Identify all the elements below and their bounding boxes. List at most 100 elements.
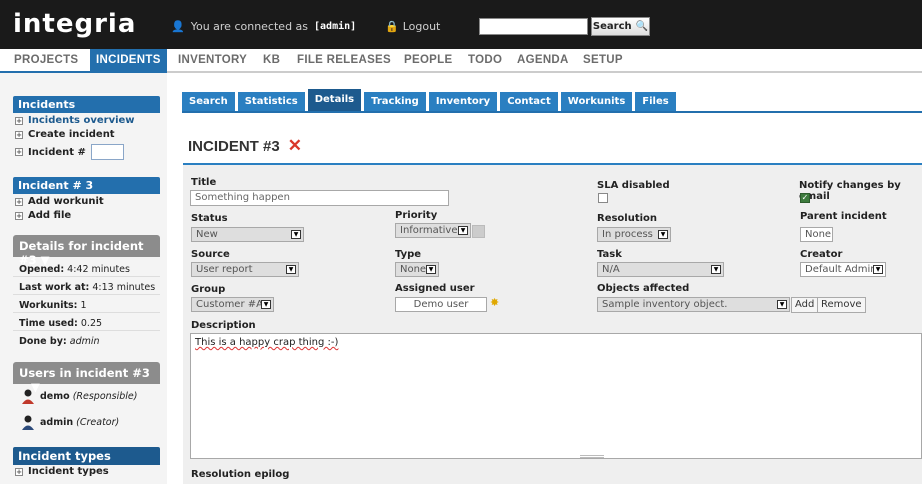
sidebar-incidents-overview[interactable]: + Incidents overview [15, 115, 135, 126]
search-button[interactable]: Search 🔍 [591, 17, 650, 36]
tab-contact[interactable]: Contact [500, 92, 558, 111]
main-nav: PROJECTS INCIDENTS INVENTORY KB FILE REL… [0, 49, 922, 73]
logout-link[interactable]: 🔒 Logout [385, 20, 440, 33]
user-avatar-icon [22, 389, 34, 404]
priority-label: Priority [395, 210, 438, 221]
type-select[interactable]: None ▼ [395, 262, 439, 277]
user-demo: demo (Responsible) [22, 389, 137, 404]
tab-details[interactable]: Details [307, 89, 362, 111]
plus-icon: + [15, 116, 23, 125]
priority-select[interactable]: Informative ▼ [395, 223, 471, 238]
plus-icon: + [15, 197, 23, 206]
connection-status: 👤 You are connected as [admin] [171, 20, 356, 33]
plus-icon: + [15, 148, 23, 156]
task-label: Task [597, 249, 622, 260]
search-button-label: Search [592, 21, 632, 32]
sidebar-add-workunit[interactable]: + Add workunit [15, 196, 104, 207]
sidebar-details-header[interactable]: Details for incident #3 ▼ [13, 235, 160, 267]
sidebar: Incidents + Incidents overview + Create in… [0, 73, 167, 484]
search-input[interactable] [479, 18, 588, 35]
creator-select[interactable]: Default Admin ▼ [800, 262, 886, 277]
divider [13, 330, 160, 331]
nav-agenda[interactable]: AGENDA [517, 54, 569, 66]
chevron-down-icon: ▼ [458, 226, 468, 235]
chevron-down-icon: ▼ [291, 230, 301, 239]
sla-label: SLA disabled [597, 180, 670, 191]
nav-inventory[interactable]: INVENTORY [178, 54, 247, 66]
star-icon[interactable]: ✸ [490, 296, 499, 309]
chevron-down-icon: ▼ [286, 265, 296, 274]
resolution-epilog-label: Resolution epilog [191, 469, 290, 480]
tab-inventory[interactable]: Inventory [428, 92, 498, 111]
chevron-down-icon: ▼ [777, 300, 787, 309]
parent-incident-input[interactable]: None [800, 227, 833, 242]
logout-label: Logout [402, 20, 441, 33]
users-header-label: Users in incident #3 [19, 366, 150, 380]
add-object-button[interactable]: Add [791, 297, 819, 313]
nav-todo[interactable]: TODO [468, 54, 502, 66]
chevron-down-icon: ▼ [426, 265, 436, 274]
sidebar-users-header[interactable]: Users in incident #3 ▼ [13, 362, 160, 394]
divider [13, 294, 160, 295]
nav-kb[interactable]: KB [263, 54, 280, 66]
nav-people[interactable]: PEOPLE [404, 54, 452, 66]
incident-number-input[interactable] [90, 144, 124, 160]
details-header-label: Details for incident #3 [19, 239, 144, 267]
tab-underline [182, 111, 922, 113]
detail-time-used: Time used: 0.25 [19, 318, 103, 329]
description-textarea[interactable]: This is a happy crap thing :-) [190, 333, 922, 459]
top-bar: integria 👤 You are connected as [admin] … [0, 0, 922, 49]
objects-affected-select[interactable]: Sample inventory object. ▼ [597, 297, 790, 312]
lock-icon: 🔒 [385, 20, 399, 33]
group-select[interactable]: Customer #A ▼ [191, 297, 274, 312]
task-select[interactable]: N/A ▼ [597, 262, 724, 277]
delete-icon[interactable]: ✕ [288, 136, 302, 156]
notify-checkbox[interactable]: ✓ [800, 193, 810, 203]
chevron-down-icon: ▼ [261, 300, 271, 309]
tab-search[interactable]: Search [182, 92, 235, 111]
sla-checkbox[interactable] [598, 193, 608, 203]
parent-incident-label: Parent incident [800, 211, 887, 222]
user-avatar-icon [22, 415, 34, 430]
description-label: Description [191, 320, 256, 331]
page-title: INCIDENT #3 ✕ [188, 136, 302, 156]
app-logo[interactable]: integria [13, 9, 136, 39]
nav-setup[interactable]: SETUP [583, 54, 623, 66]
nav-projects[interactable]: PROJECTS [14, 54, 78, 66]
assigned-user-input[interactable]: Demo user [395, 297, 487, 312]
status-select[interactable]: New ▼ [191, 227, 304, 242]
resolution-select[interactable]: In process ▼ [597, 227, 671, 242]
group-label: Group [191, 284, 226, 295]
connected-user: [admin] [314, 21, 357, 32]
tab-statistics[interactable]: Statistics [237, 92, 305, 111]
detail-last-work: Last work at: 4:13 minutes [19, 282, 156, 293]
user-admin: admin (Creator) [22, 415, 119, 430]
chevron-down-icon: ▼ [873, 265, 883, 274]
sidebar-link-label: Add workunit [28, 196, 104, 207]
tab-workunits[interactable]: Workunits [560, 92, 633, 111]
remove-object-button[interactable]: Remove [817, 297, 866, 313]
sidebar-create-incident[interactable]: + Create incident [15, 129, 115, 140]
tab-files[interactable]: Files [635, 92, 676, 111]
resolution-label: Resolution [597, 213, 658, 224]
resize-grip[interactable] [580, 455, 604, 458]
title-label: Title [191, 177, 217, 188]
sidebar-incident-number: + Incident # [15, 144, 124, 160]
nav-file-releases[interactable]: FILE RELEASES [297, 54, 391, 66]
page-title-text: INCIDENT #3 [188, 137, 280, 155]
sidebar-link-label: Create incident [28, 129, 115, 140]
sidebar-link-label: Add file [28, 210, 72, 221]
type-label: Type [395, 249, 422, 260]
detail-done-by: Done by: admin [19, 336, 100, 347]
incident-tabs: Search Statistics Details Tracking Inven… [182, 89, 676, 112]
title-input[interactable]: Something happen [190, 190, 449, 206]
divider [13, 312, 160, 313]
tab-tracking[interactable]: Tracking [364, 92, 426, 111]
sidebar-add-file[interactable]: + Add file [15, 210, 71, 221]
source-select[interactable]: User report ▼ [191, 262, 299, 277]
nav-incidents[interactable]: INCIDENTS [90, 49, 167, 71]
sidebar-incident-types[interactable]: + Incident types [15, 466, 109, 477]
connected-text: You are connected as [190, 20, 309, 33]
divider [13, 276, 160, 277]
notify-label: Notify changes by email [799, 180, 901, 202]
